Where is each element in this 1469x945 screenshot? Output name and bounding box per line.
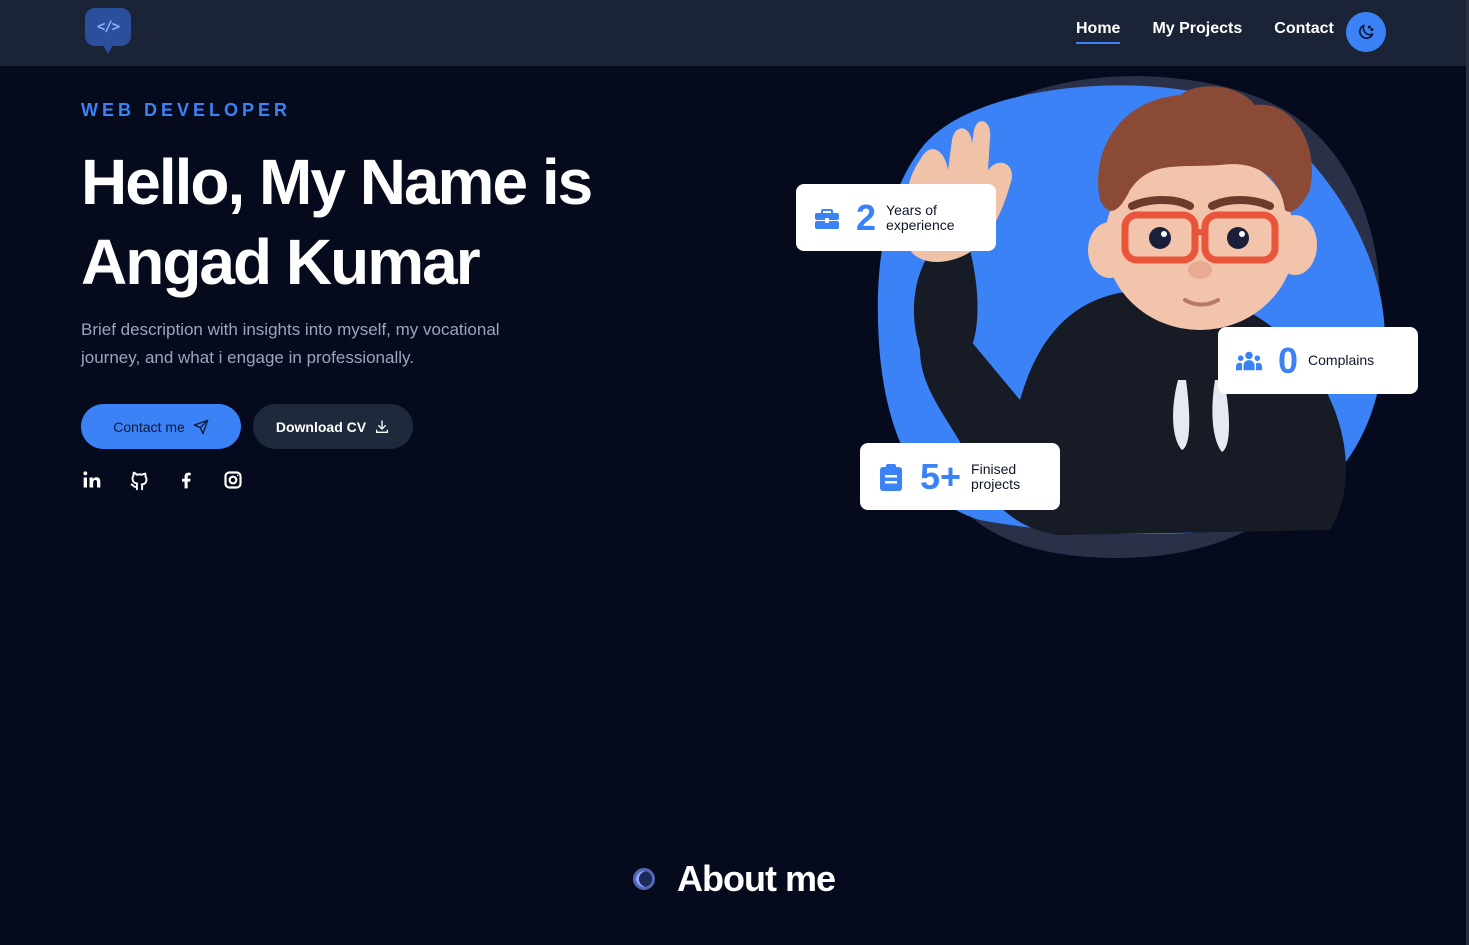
logo[interactable]: </> [85, 8, 131, 54]
about-section-heading: About me [633, 858, 836, 900]
stat-card-projects: 5+ Finised projects [860, 443, 1060, 510]
social-links [81, 469, 244, 491]
headline-line-2: Angad Kumar [81, 226, 481, 298]
headline-line-1: Hello, My Name is [81, 146, 593, 218]
avatar-eye-right [1227, 227, 1249, 249]
nav-my-projects[interactable]: My Projects [1152, 20, 1242, 44]
logo-code-glyph: </> [96, 19, 120, 35]
hero-headline: Hello, My Name is Angad Kumar [81, 142, 721, 302]
github-icon[interactable] [128, 469, 150, 491]
moon-icon [1359, 24, 1374, 39]
projects-label-line-1: Finised [971, 460, 1017, 477]
complains-label: Complains [1308, 352, 1375, 368]
theme-toggle-button[interactable] [1346, 12, 1386, 52]
instagram-icon[interactable] [222, 469, 244, 491]
experience-number: 2 [856, 196, 877, 238]
nav-contact[interactable]: Contact [1274, 20, 1334, 44]
stat-card-complains: 0 Complains [1218, 327, 1418, 394]
projects-label-line-2: projects [971, 475, 1021, 492]
projects-label: Finised projects [971, 460, 1021, 492]
users-icon [1236, 348, 1262, 374]
download-cv-button[interactable]: Download CV [253, 404, 413, 449]
section-bullet-icon [633, 868, 655, 890]
avatar-nose [1188, 261, 1212, 279]
linkedin-icon[interactable] [81, 469, 103, 491]
experience-label-line-2: experience [886, 216, 955, 233]
experience-label-line-1: Years of [886, 201, 937, 218]
facebook-icon[interactable] [175, 469, 197, 491]
send-icon [193, 419, 209, 434]
experience-label: Years of experience [886, 201, 955, 233]
contact-me-button[interactable]: Contact me [81, 404, 241, 449]
briefcase-icon [814, 205, 840, 231]
site-header: </> Home My Projects Contact [0, 0, 1469, 66]
clipboard-icon [878, 463, 904, 491]
about-title: About me [677, 858, 836, 899]
main-nav: Home My Projects Contact [1076, 20, 1334, 44]
page: </> Home My Projects Contact WEB DEVELOP… [0, 0, 1469, 945]
nav-home[interactable]: Home [1076, 20, 1121, 44]
stat-card-experience: 2 Years of experience [796, 184, 996, 251]
complains-number: 0 [1278, 339, 1299, 381]
role-label: WEB DEVELOPER [81, 100, 292, 120]
download-cv-label: Download CV [275, 418, 367, 435]
hero-description: Brief description with insights into mys… [81, 320, 500, 367]
avatar-eye-left [1149, 227, 1171, 249]
contact-me-label: Contact me [113, 418, 185, 435]
projects-number: 5+ [920, 455, 962, 497]
download-icon [376, 419, 389, 433]
avatar-ear-right [1273, 215, 1317, 275]
